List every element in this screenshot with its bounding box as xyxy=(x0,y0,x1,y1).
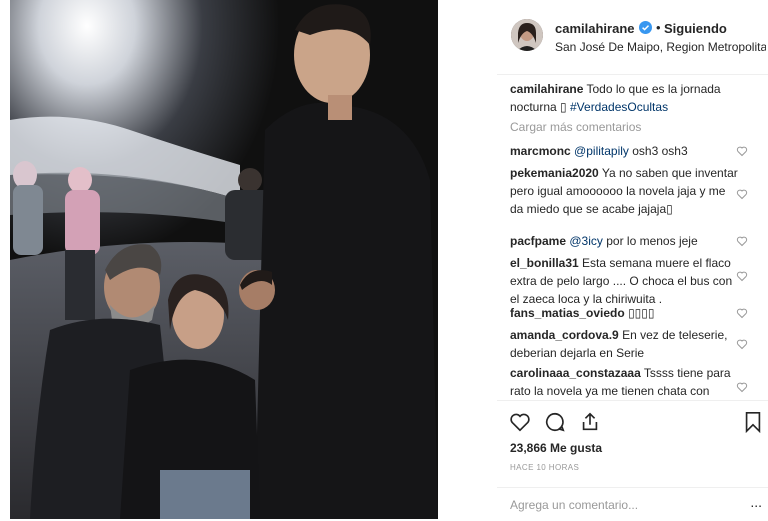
load-more-comments[interactable]: Cargar más comentarios xyxy=(510,120,641,134)
comment-item: pekemania2020 Ya no saben que inventar p… xyxy=(510,164,740,218)
bookmark-icon[interactable] xyxy=(743,411,763,433)
comment-item: marcmonc @pilitapily osh3 osh3 xyxy=(510,142,740,160)
like-comment-icon[interactable] xyxy=(736,307,748,319)
comment-username[interactable]: fans_matias_oviedo xyxy=(510,306,625,320)
comment-username[interactable]: marcmonc xyxy=(510,144,571,158)
heart-icon[interactable] xyxy=(509,411,531,433)
share-icon[interactable] xyxy=(579,411,601,433)
comment-text: osh3 osh3 xyxy=(628,144,688,158)
caption-username[interactable]: camilahirane xyxy=(510,82,583,96)
post-details-panel: camilahirane • Siguiendo San José De Mai… xyxy=(497,0,768,519)
caption-glyph: ▯ xyxy=(560,100,567,114)
comments-list[interactable]: camilahirane Todo lo que es la jornada n… xyxy=(497,76,768,400)
post-username[interactable]: camilahirane xyxy=(555,21,635,36)
comment-text: por lo menos jeje xyxy=(602,234,698,248)
like-comment-icon[interactable] xyxy=(736,235,748,247)
like-comment-icon[interactable] xyxy=(736,381,748,393)
like-comment-icon[interactable] xyxy=(736,338,748,350)
post-location[interactable]: San José De Maipo, Region Metropolitana,… xyxy=(555,40,766,54)
comment-mention[interactable]: @3icy xyxy=(569,234,603,248)
separator-dot: • xyxy=(656,20,661,35)
comment-item: pacfpame @3icy por lo menos jeje xyxy=(510,232,740,250)
caption: camilahirane Todo lo que es la jornada n… xyxy=(510,80,740,116)
add-comment-section: Agrega un comentario... ... xyxy=(497,487,768,521)
follow-status-button[interactable]: Siguiendo xyxy=(664,21,727,36)
comment-username[interactable]: amanda_cordova.9 xyxy=(510,328,619,342)
comment-input[interactable]: Agrega un comentario... xyxy=(510,498,638,512)
more-dots-icon[interactable]: ... xyxy=(750,494,762,510)
like-comment-icon[interactable] xyxy=(736,145,748,157)
caption-hashtag[interactable]: #VerdadesOcultas xyxy=(570,100,668,114)
comment-username[interactable]: el_bonilla31 xyxy=(510,256,579,270)
post-image xyxy=(10,0,438,519)
comment-item: fans_matias_oviedo ▯▯▯▯ xyxy=(510,304,740,322)
comment-text: ▯▯▯▯ xyxy=(628,306,655,320)
post-photo[interactable] xyxy=(10,0,438,519)
post-actions: 23,866 Me gusta HACE 10 HORAS Agrega un … xyxy=(497,400,768,520)
comment-icon[interactable] xyxy=(544,411,566,433)
post-header: camilahirane • Siguiendo San José De Mai… xyxy=(497,0,768,75)
verified-badge-icon xyxy=(639,21,652,34)
post-timestamp: HACE 10 HORAS xyxy=(510,463,580,472)
like-comment-icon[interactable] xyxy=(736,270,748,282)
comment-username[interactable]: pekemania2020 xyxy=(510,166,599,180)
comment-username[interactable]: pacfpame xyxy=(510,234,566,248)
comment-item: carolinaaa_constazaaa Tssss tiene para r… xyxy=(510,364,740,400)
avatar-image xyxy=(511,19,543,51)
likes-count[interactable]: 23,866 Me gusta xyxy=(510,441,602,455)
comment-item: amanda_cordova.9 En vez de teleserie, de… xyxy=(510,326,740,362)
comment-item: el_bonilla31 Esta semana muere el flaco … xyxy=(510,254,740,308)
avatar[interactable] xyxy=(511,19,543,51)
comment-username[interactable]: carolinaaa_constazaaa xyxy=(510,366,641,380)
comment-mention[interactable]: @pilitapily xyxy=(574,144,629,158)
like-comment-icon[interactable] xyxy=(736,188,748,200)
